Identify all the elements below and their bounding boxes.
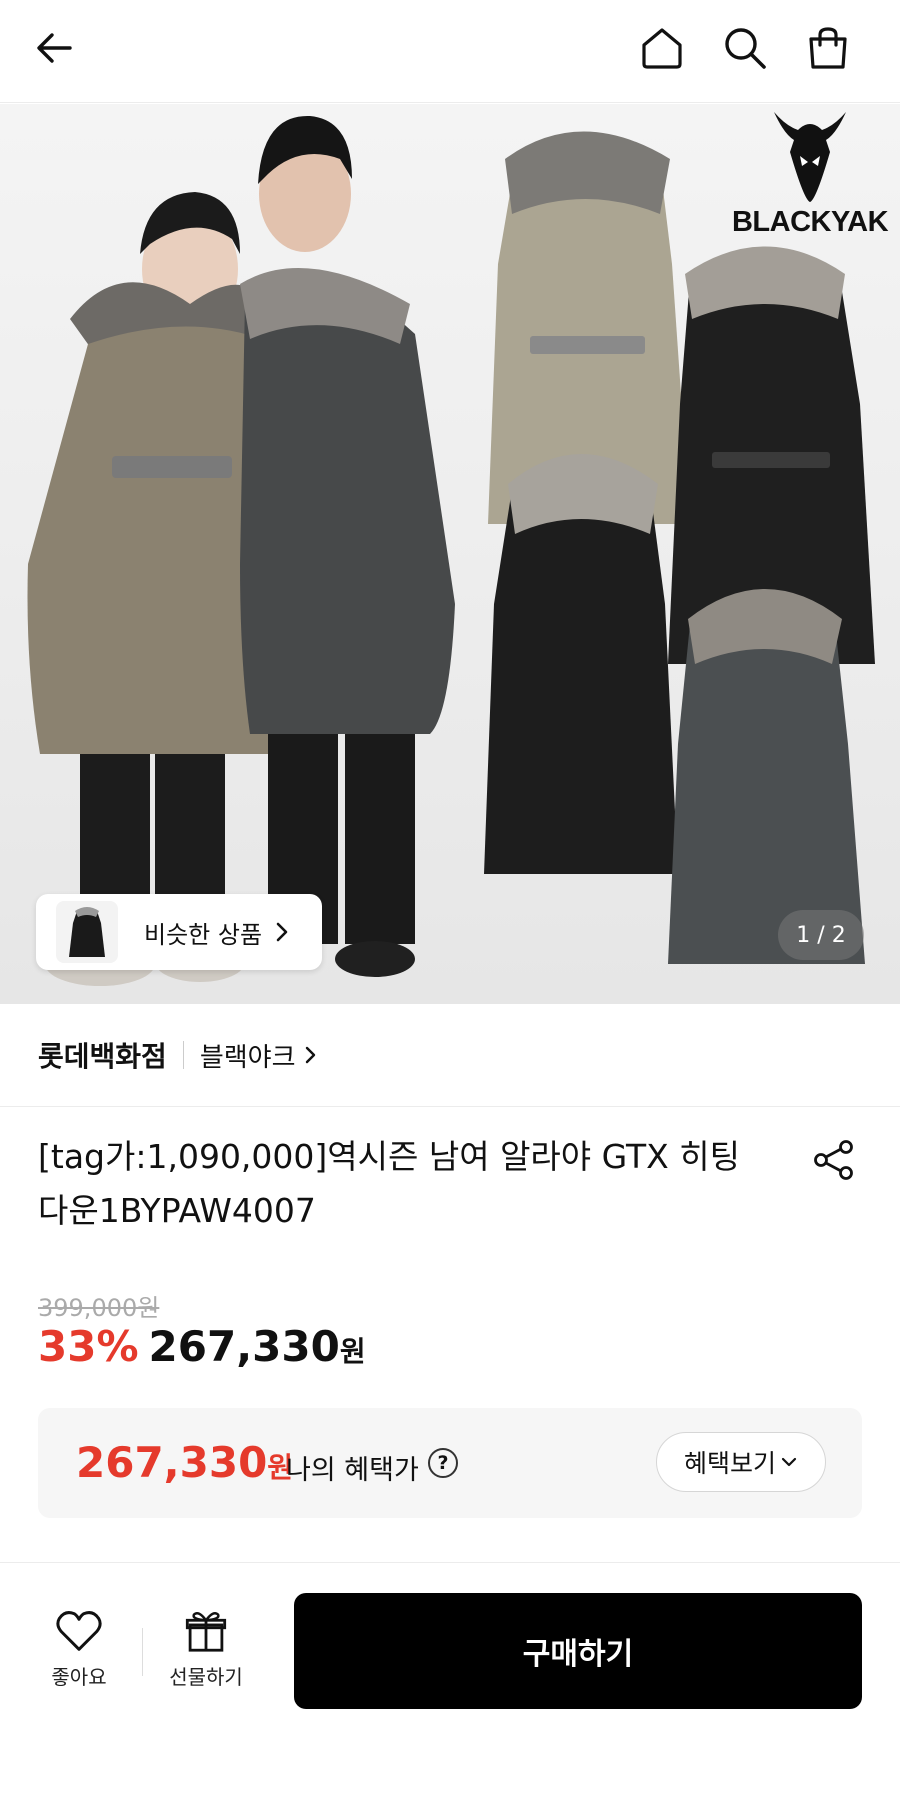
gift-icon: [185, 1612, 227, 1652]
chevron-right-icon: [305, 1046, 315, 1064]
view-benefits-button[interactable]: 혜택보기: [656, 1432, 826, 1492]
similar-product-thumbnail: [56, 901, 118, 963]
home-button[interactable]: [634, 20, 690, 76]
discount-rate: 33%: [38, 1322, 139, 1371]
shopping-bag-icon: [809, 27, 847, 69]
similar-products-label: 비슷한 상품: [144, 920, 263, 949]
similar-products-button[interactable]: 비슷한 상품: [36, 894, 322, 970]
share-button[interactable]: [808, 1134, 860, 1186]
benefit-price-box: 267,330원 나의 혜택가 ? 혜택보기: [38, 1408, 862, 1518]
back-button[interactable]: [26, 20, 82, 76]
image-counter: 1 / 2: [778, 910, 864, 960]
chevron-down-icon: [781, 1457, 797, 1467]
bottom-divider: [142, 1628, 143, 1676]
view-benefits-label: 혜택보기: [683, 1449, 776, 1478]
product-image-carousel[interactable]: BLACKYAK 비슷한 상품 1 / 2: [0, 104, 900, 1004]
like-label: 좋아요: [51, 1665, 107, 1689]
section-divider: [0, 1562, 900, 1563]
product-title: [tag가:1,090,000]역시즌 남여 알라야 GTX 히팅 다운1BYP…: [38, 1137, 741, 1230]
sale-price: 267,330: [148, 1322, 340, 1371]
search-icon: [725, 28, 766, 69]
back-arrow-icon: [37, 33, 72, 63]
search-button[interactable]: [717, 20, 773, 76]
coat-thumbnail-icon: [69, 907, 105, 957]
heart-icon: [56, 1611, 102, 1651]
like-button[interactable]: 좋아요: [40, 1610, 118, 1690]
yak-logo-icon: [774, 112, 846, 202]
price-row: 33% 267,330 원: [38, 1322, 366, 1371]
sale-price-currency: 원: [339, 1335, 366, 1368]
brand-link[interactable]: 블랙야크: [200, 1037, 296, 1074]
benefit-price: 267,330원: [76, 1438, 293, 1487]
brand-logo-text: BLACKYAK: [731, 206, 889, 238]
cart-button[interactable]: [800, 20, 856, 76]
gift-label: 선물하기: [169, 1665, 243, 1689]
share-icon: [814, 1140, 853, 1180]
chevron-right-icon: [276, 922, 288, 942]
gift-button[interactable]: 선물하기: [160, 1610, 252, 1690]
home-icon: [642, 28, 682, 69]
store-brand-row: 롯데백화점 블랙야크: [0, 1004, 900, 1107]
benefit-price-value: 267,330: [76, 1438, 268, 1487]
help-icon[interactable]: ?: [428, 1448, 458, 1478]
top-navigation-bar: [0, 0, 900, 103]
buy-button[interactable]: 구매하기: [294, 1593, 862, 1709]
brand-logo: BLACKYAK: [720, 104, 900, 254]
original-price: 399,000원: [38, 1294, 160, 1322]
benefit-price-label: 나의 혜택가: [286, 1455, 419, 1486]
department-store-name: 롯데백화점: [38, 1040, 167, 1073]
store-divider: [182, 1041, 184, 1069]
